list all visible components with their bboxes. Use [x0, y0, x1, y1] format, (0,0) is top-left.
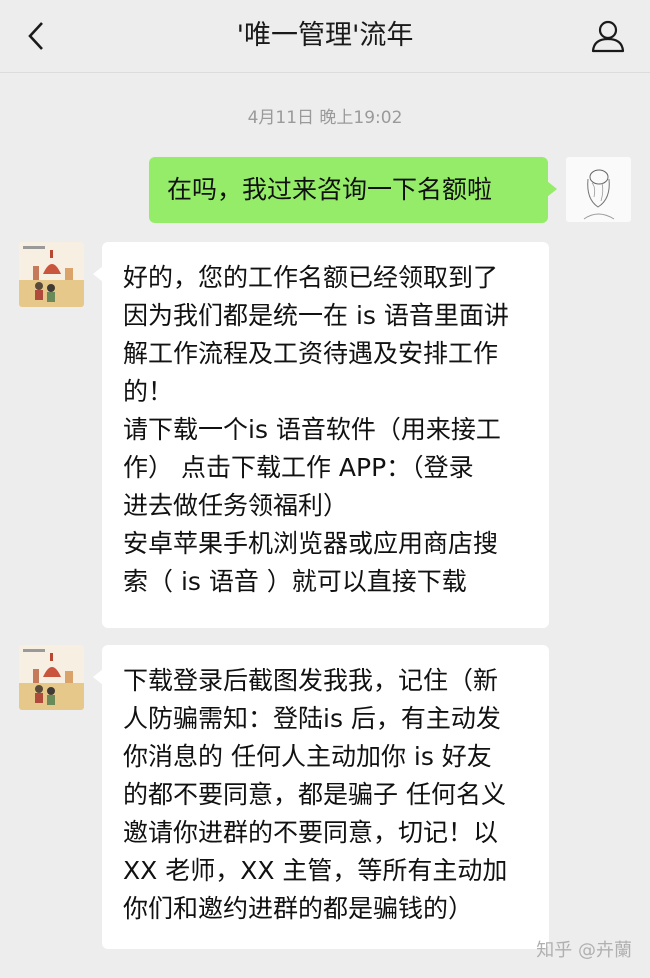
- message-bubble-sent[interactable]: 在吗，我过来咨询一下名额啦: [149, 157, 557, 223]
- contact-avatar[interactable]: [19, 242, 84, 307]
- watermark: 知乎 @卉蘭: [536, 940, 632, 961]
- chat-title: '唯一管理'流年: [236, 20, 414, 51]
- contact-avatar[interactable]: [19, 645, 84, 710]
- message-bubble-received[interactable]: 好的，您的工作名额已经领取到了 因为我们都是统一在 is 语音里面讲 解工作流程…: [93, 242, 549, 628]
- my-avatar[interactable]: [566, 157, 631, 222]
- message-bubble-received[interactable]: 下载登录后截图发我我，记住（新 人防骗需知：登陆is 后，有主动发 你消息的 任…: [93, 645, 549, 949]
- person-icon: [591, 20, 625, 53]
- message-timestamp: 4月11日 晚上19:02: [247, 108, 403, 128]
- chat-info-button[interactable]: [588, 16, 628, 56]
- chat-header: '唯一管理'流年: [0, 0, 650, 73]
